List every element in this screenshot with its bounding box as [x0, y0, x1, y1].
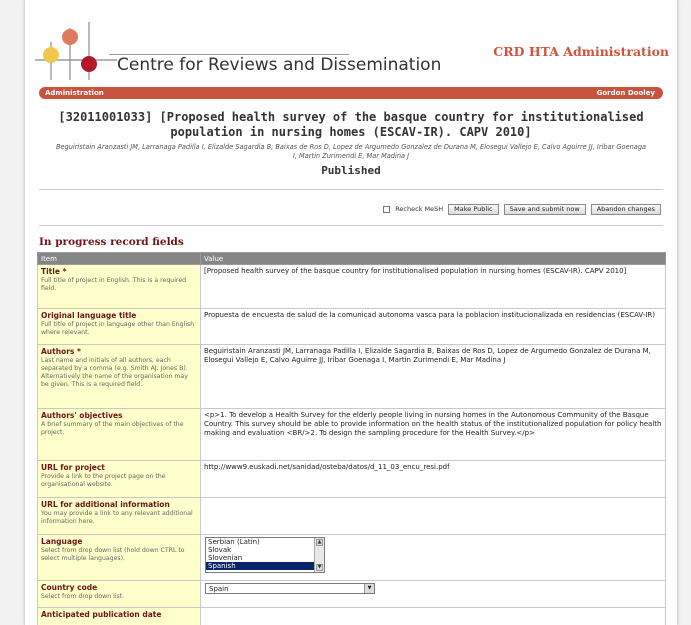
- field-name: Original language title: [41, 311, 137, 320]
- listbox-scrollbar[interactable]: ▲ ▼: [314, 538, 324, 572]
- field-name: Title *: [41, 267, 67, 276]
- language-option[interactable]: Serbian (Latin): [206, 538, 324, 546]
- language-option[interactable]: Slovenian: [206, 554, 324, 562]
- divider: [39, 189, 663, 190]
- admin-link[interactable]: Administration: [45, 87, 104, 99]
- field-name: Authors *: [41, 347, 81, 356]
- field-description: You may provide a link to any relevant a…: [41, 510, 193, 525]
- field-name: Country code: [41, 583, 98, 592]
- user-name[interactable]: Gordon Dooley: [597, 87, 655, 99]
- field-label-cell: Language Select from drop down list (hol…: [37, 534, 201, 581]
- record-title: [32011001033] [Proposed health survey of…: [58, 110, 644, 139]
- field-label-cell: URL for additional information You may p…: [37, 497, 201, 535]
- field-label-cell: Anticipated publication date: [37, 607, 201, 625]
- url-additional-value[interactable]: [200, 497, 666, 535]
- fields-table: Item Value Title * Full title of project…: [37, 252, 666, 625]
- table-row: Title * Full title of project in English…: [37, 264, 666, 309]
- field-name: URL for project: [41, 463, 105, 472]
- recheck-mesh-checkbox[interactable]: [383, 205, 391, 213]
- field-label-cell: Country code Select from drop down list.: [37, 580, 201, 608]
- field-description: Last name and initials of all authors, e…: [41, 357, 188, 388]
- divider: [39, 225, 663, 226]
- table-row: Authors' objectives A brief summary of t…: [37, 408, 666, 461]
- original-title-value[interactable]: Propuesta de encuesta de salud de la com…: [200, 308, 666, 345]
- publication-date-value[interactable]: [200, 607, 666, 625]
- record-status: Published: [321, 164, 381, 177]
- title-value[interactable]: [Proposed health survey of the basque co…: [200, 264, 666, 309]
- language-option[interactable]: Slovak: [206, 546, 324, 554]
- app-title[interactable]: CRD HTA Administration: [493, 44, 669, 59]
- field-description: Provide a link to the project page on th…: [41, 473, 166, 488]
- section-title: In progress record fields: [39, 236, 184, 248]
- scroll-down-icon[interactable]: ▼: [316, 564, 323, 571]
- table-header-row: Item Value: [37, 252, 666, 265]
- authors-value[interactable]: Beguiristain Aranzasti JM, Larranaga Pad…: [200, 344, 666, 409]
- field-description: A brief summary of the main objectives o…: [41, 421, 184, 436]
- chevron-down-icon[interactable]: ▼: [364, 584, 374, 593]
- header: Centre for Reviews and Dissemination CRD…: [25, 0, 677, 88]
- field-label-cell: Original language title Full title of pr…: [37, 308, 201, 345]
- page: Centre for Reviews and Dissemination CRD…: [24, 0, 678, 625]
- field-label-cell: URL for project Provide a link to the pr…: [37, 460, 201, 498]
- record-authors: Beguiristain Aranzasti JM, Larranaga Pad…: [55, 143, 647, 160]
- field-description: Full title of project in English. This i…: [41, 277, 187, 292]
- country-cell: Spain ▼: [200, 580, 666, 608]
- table-row: Original language title Full title of pr…: [37, 308, 666, 345]
- make-public-button[interactable]: Make Public: [448, 203, 499, 215]
- url-project-value[interactable]: http://www9.euskadi.net/sanidad/osteba/d…: [200, 460, 666, 498]
- table-row: Language Select from drop down list (hol…: [37, 534, 666, 581]
- field-name: URL for additional information: [41, 500, 170, 509]
- country-selected: Spain: [209, 585, 229, 593]
- field-description: Select from drop down list.: [41, 593, 125, 600]
- admin-bar: Administration Gordon Dooley: [39, 87, 663, 99]
- field-description: Select from drop down list (hold down CT…: [41, 547, 185, 562]
- field-label-cell: Title * Full title of project in English…: [37, 264, 201, 309]
- field-label-cell: Authors * Last name and initials of all …: [37, 344, 201, 409]
- recheck-mesh-label: Recheck MeSH: [395, 205, 444, 213]
- table-row: Anticipated publication date: [37, 607, 666, 625]
- scroll-up-icon[interactable]: ▲: [316, 539, 323, 546]
- field-name: Language: [41, 537, 83, 546]
- table-row: Country code Select from drop down list.…: [37, 580, 666, 608]
- field-description: Full title of project in language other …: [41, 321, 195, 336]
- column-header-item: Item: [37, 252, 201, 265]
- column-header-value: Value: [200, 252, 666, 265]
- action-bar: Recheck MeSH Make Public Save and submit…: [383, 203, 661, 215]
- objectives-value[interactable]: <p>1. To develop a Health Survey for the…: [200, 408, 666, 461]
- table-row: URL for project Provide a link to the pr…: [37, 460, 666, 498]
- save-submit-button[interactable]: Save and submit now: [503, 203, 586, 215]
- logo-text: Centre for Reviews and Dissemination: [117, 55, 442, 75]
- table-row: URL for additional information You may p…: [37, 497, 666, 535]
- language-listbox[interactable]: Serbian (Latin) Slovak Slovenian Spanish…: [205, 537, 325, 573]
- abandon-changes-button[interactable]: Abandon changes: [590, 203, 661, 215]
- country-select[interactable]: Spain ▼: [205, 583, 375, 594]
- table-row: Authors * Last name and initials of all …: [37, 344, 666, 409]
- field-label-cell: Authors' objectives A brief summary of t…: [37, 408, 201, 461]
- field-name: Anticipated publication date: [41, 610, 162, 619]
- language-option-selected[interactable]: Spanish: [206, 562, 324, 570]
- field-name: Authors' objectives: [41, 411, 123, 420]
- language-cell: Serbian (Latin) Slovak Slovenian Spanish…: [200, 534, 666, 581]
